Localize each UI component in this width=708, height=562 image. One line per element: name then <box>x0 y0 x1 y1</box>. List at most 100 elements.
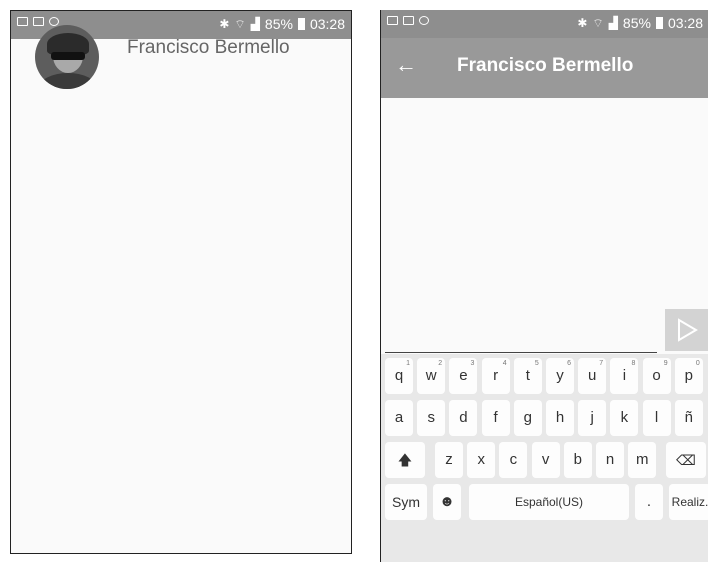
key-q[interactable]: q1 <box>385 358 413 394</box>
chat-title: Francisco Bermello <box>457 55 634 76</box>
contact-list-item[interactable]: Francisco Bermello <box>35 25 290 89</box>
key-h-label: h <box>555 409 565 426</box>
key-e[interactable]: e3 <box>449 358 478 394</box>
key-c[interactable]: c <box>499 442 528 478</box>
key-s-label: s <box>427 409 435 426</box>
key-w[interactable]: w2 <box>417 358 446 394</box>
key-j[interactable]: j <box>578 400 607 436</box>
app-bar: ← Francisco Bermello <box>381 38 708 98</box>
sym-key-label: Sym <box>392 494 420 510</box>
key-k[interactable]: k <box>610 400 639 436</box>
key-m[interactable]: m <box>628 442 657 478</box>
key-b[interactable]: b <box>563 442 592 478</box>
backspace-icon: ⌫ <box>676 452 696 468</box>
system-icons: ✱ ⌔ ▟ 85% 03:28 <box>577 15 703 31</box>
arrow-up-icon: 🡅 <box>397 452 413 468</box>
key-y[interactable]: y6 <box>546 358 574 394</box>
key-h[interactable]: h <box>546 400 574 436</box>
key-g[interactable]: g <box>513 400 542 436</box>
avatar <box>35 25 99 89</box>
key-r[interactable]: r4 <box>481 358 510 394</box>
screenshot-icon <box>387 16 398 25</box>
key-g-label: g <box>523 409 532 426</box>
key-z-label: z <box>445 451 453 468</box>
key-number-hint: 1 <box>406 360 410 367</box>
key-f[interactable]: f <box>481 400 510 436</box>
key-j-label: j <box>590 409 594 426</box>
key-p[interactable]: p0 <box>674 358 703 394</box>
contacts-screen: ✱ ⌔ ▟ 85% 03:28 Francisco Bermello <box>10 10 352 554</box>
battery-percent: 85% <box>622 15 651 31</box>
emoji-key[interactable]: ☻ <box>433 484 461 520</box>
key-v[interactable]: v <box>531 442 560 478</box>
sym-key[interactable]: Sym <box>385 484 427 520</box>
contact-name: Francisco Bermello <box>127 37 290 58</box>
key-t[interactable]: t5 <box>513 358 542 394</box>
key-r-label: r <box>493 367 499 384</box>
screenshot-icon <box>17 17 28 26</box>
key-m-label: m <box>635 451 649 468</box>
key-ñ-label: ñ <box>684 409 693 426</box>
message-area <box>381 98 708 308</box>
key-number-hint: 6 <box>567 360 571 367</box>
bluetooth-icon: ✱ <box>577 16 588 30</box>
key-d[interactable]: d <box>449 400 478 436</box>
key-n[interactable]: n <box>596 442 624 478</box>
shift-key[interactable]: 🡅 <box>385 442 425 478</box>
message-icon <box>403 16 414 25</box>
space-key-label: Español(US) <box>514 495 584 509</box>
key-number-hint: 2 <box>438 360 443 367</box>
battery-icon <box>297 18 305 30</box>
key-u[interactable]: u7 <box>578 358 607 394</box>
key-i-label: i <box>622 367 627 384</box>
arrow-left-icon[interactable]: ← <box>395 52 417 78</box>
key-number-hint: 4 <box>502 360 507 367</box>
send-button[interactable] <box>665 309 708 351</box>
key-i[interactable]: i8 <box>610 358 639 394</box>
signal-icon: ▟ <box>608 16 618 30</box>
action-key-label: Realiz. <box>671 495 708 509</box>
message-input[interactable] <box>385 352 657 353</box>
key-t-label: t <box>525 367 530 384</box>
emoji-icon: ☻ <box>439 493 455 510</box>
key-a[interactable]: a <box>385 400 413 436</box>
clock: 03:28 <box>309 16 345 32</box>
key-y-label: y <box>556 367 564 384</box>
key-b-label: b <box>573 451 582 468</box>
period-key-label: . <box>646 493 652 510</box>
key-o[interactable]: o9 <box>642 358 671 394</box>
key-v-label: v <box>541 451 550 468</box>
key-w-label: w <box>425 367 437 384</box>
key-x[interactable]: x <box>467 442 496 478</box>
key-z[interactable]: z <box>435 442 463 478</box>
key-d-label: d <box>459 409 468 426</box>
key-number-hint: 3 <box>470 360 475 367</box>
key-l-label: l <box>654 409 659 426</box>
key-number-hint: 9 <box>663 360 668 367</box>
app-icon <box>419 16 429 25</box>
key-p-label: p <box>684 367 693 384</box>
key-number-hint: 5 <box>534 360 539 367</box>
space-key[interactable]: Español(US) <box>469 484 629 520</box>
key-number-hint: 0 <box>695 360 700 367</box>
period-key[interactable]: . <box>635 484 663 520</box>
key-x-label: x <box>477 451 485 468</box>
key-k-label: k <box>620 409 629 426</box>
clock: 03:28 <box>667 15 703 31</box>
keyboard: q 1 w 2 e 3 r 4 t 5 y 6 u 7 i 8 o 9 p 0 a s d f g h j k l ñ 🡅 z x c v b n m ⌫ S… <box>381 354 708 562</box>
notification-icons <box>387 16 429 25</box>
key-q-label: q <box>394 367 404 384</box>
key-c-label: c <box>509 451 518 468</box>
backspace-key[interactable]: ⌫ <box>666 442 706 478</box>
key-ñ[interactable]: ñ <box>674 400 703 436</box>
key-number-hint: 8 <box>631 360 636 367</box>
key-n-label: n <box>605 451 615 468</box>
key-u-label: u <box>588 367 597 384</box>
action-key[interactable]: Realiz. <box>669 484 708 520</box>
key-e-label: e <box>459 367 468 384</box>
key-l[interactable]: l <box>642 400 671 436</box>
key-number-hint: 7 <box>599 360 604 367</box>
key-a-label: a <box>394 409 404 426</box>
key-s[interactable]: s <box>417 400 446 436</box>
key-o-label: o <box>652 367 661 384</box>
